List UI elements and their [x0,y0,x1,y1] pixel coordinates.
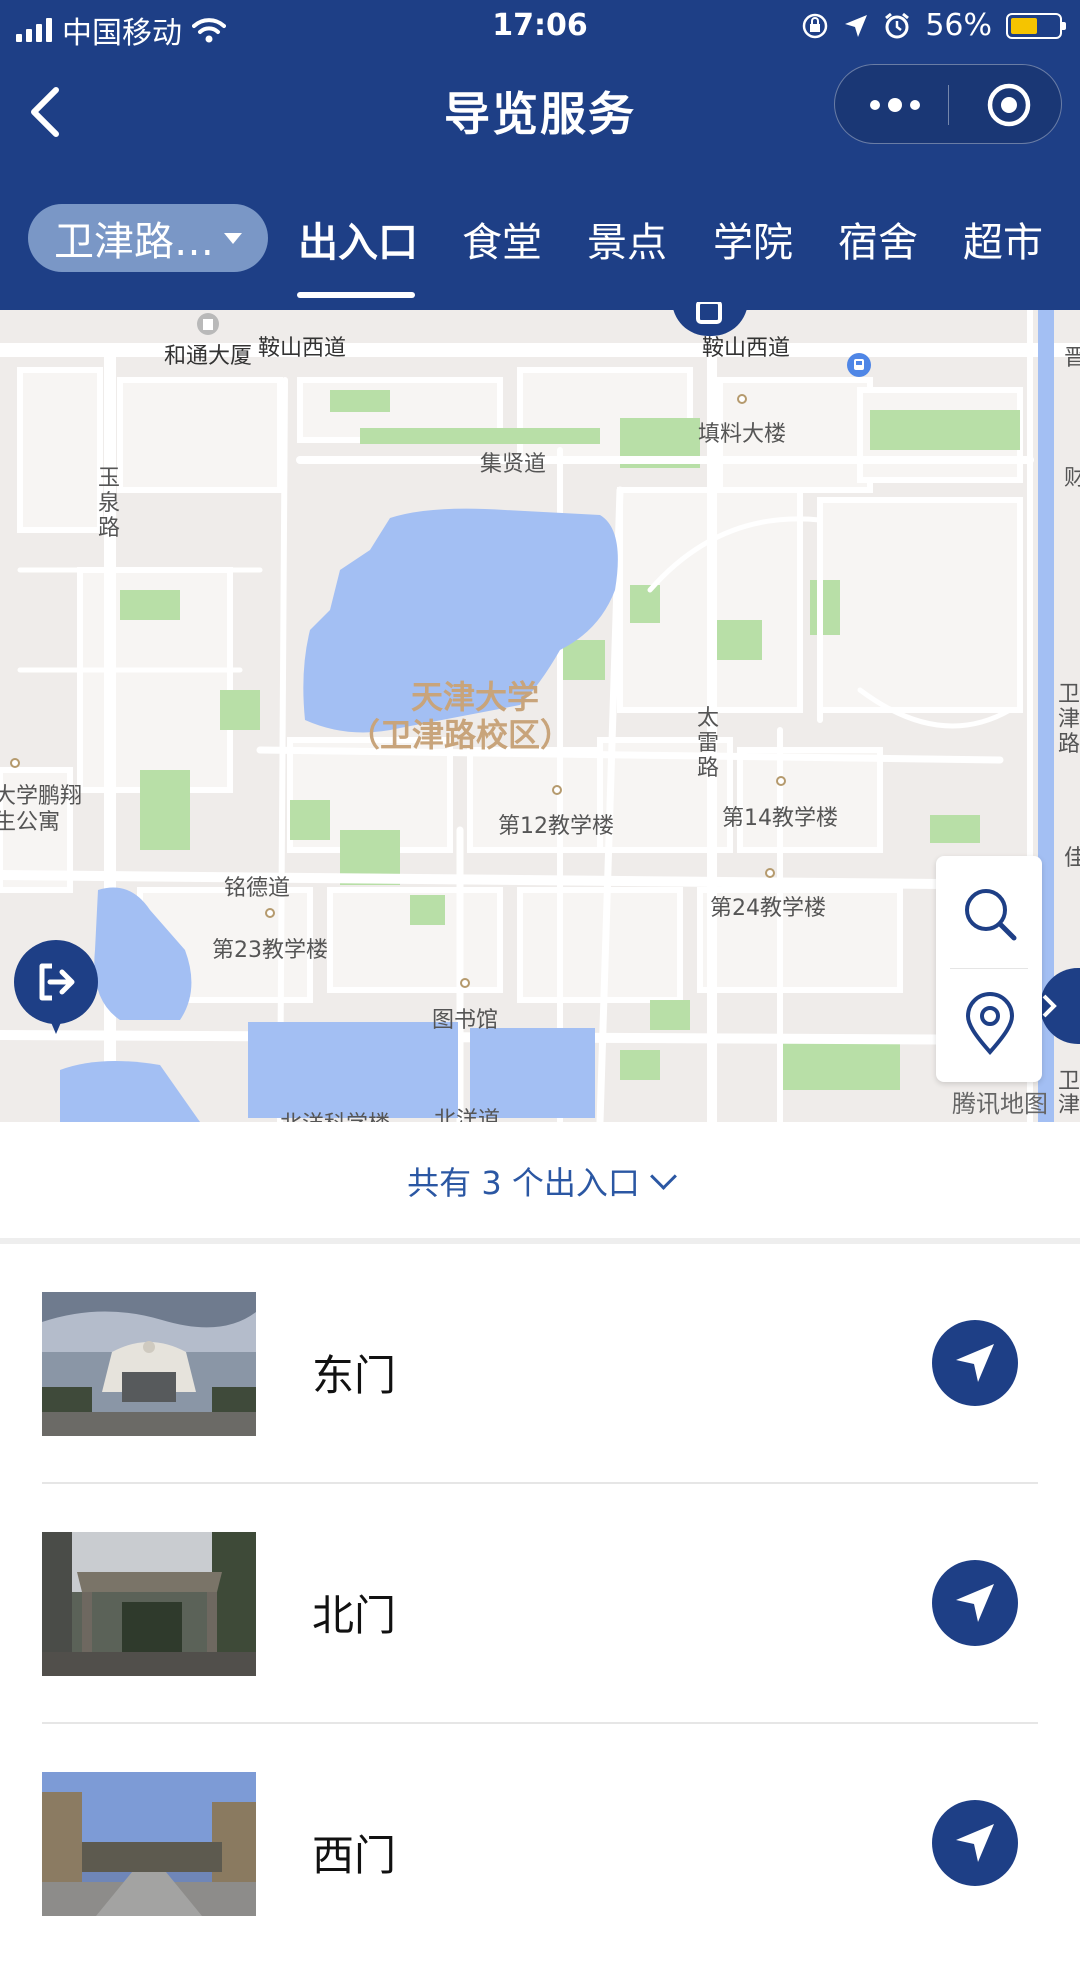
list-item-west-gate[interactable]: 西门 [0,1724,1080,1964]
list-item-north-gate[interactable]: 北门 [0,1484,1080,1724]
battery-level [1011,17,1037,34]
poi-dot[interactable] [10,758,20,768]
building-poi-icon[interactable] [196,312,220,336]
entrance-name: 北门 [312,1591,397,1640]
poi-dot[interactable] [776,776,786,786]
poi-dot[interactable] [765,868,775,878]
poi-dot[interactable] [737,394,747,404]
navigate-arrow-icon [956,1824,994,1862]
navigate-button[interactable] [932,1320,1018,1406]
map-label-pengxiang-2: 生公寓 [0,810,61,835]
navigate-arrow-icon [956,1584,994,1622]
campus-selector-label: 卫津路… [54,219,214,265]
campus-name-line1: 天津大学 [411,678,540,716]
campus-map[interactable]: 和通大厦 鞍山西道 鞍山西道 填料大楼 集贤道 玉泉路 太雷路 卫津路 天津大学… [0,310,1080,1122]
map-label-yuquan-road: 玉泉路 [98,466,121,541]
map-label-edge-jin: 晋 [1064,346,1080,371]
search-icon[interactable] [962,886,1018,942]
more-dots-icon[interactable] [865,87,925,123]
map-label-edge-wei: 卫津 [1058,1069,1080,1118]
entrance-name: 西门 [312,1831,397,1880]
map-label-hetong: 和通大厦 [164,344,253,369]
tools-divider [950,968,1028,969]
map-label-building14: 第14教学楼 [722,806,838,831]
chevron-down-icon [649,1162,677,1190]
poi-dot[interactable] [460,978,470,988]
map-label-edge-ji: 财 [1064,466,1080,491]
list-item-east-gate[interactable]: 东门 [0,1244,1080,1484]
map-label-anshan-west: 鞍山西道 [258,336,347,361]
marker-tail [50,1020,62,1034]
tab-colleges[interactable]: 学院 [713,210,793,268]
lock-rotation-icon [803,13,828,38]
map-label-weijin-road: 卫津路 [1058,682,1080,757]
map-label-library: 图书馆 [432,1008,499,1033]
status-bar: 中国移动 17:06 56% [0,0,1080,58]
map-label-edge-jia: 佳 [1064,846,1080,871]
tab-canteen[interactable]: 食堂 [462,210,542,268]
east-gate-photo [42,1292,256,1436]
tab-scenic-spots[interactable]: 景点 [587,210,667,268]
entrance-count-text: 共有 3 个出入口 [407,1164,640,1202]
map-label-building24: 第24教学楼 [710,896,826,921]
map-label-beiyang-building: 北洋科学楼 [280,1106,390,1122]
map-label-tianliao: 填料大楼 [698,422,787,447]
map-label-building23: 第23教学楼 [212,938,328,963]
poi-dot[interactable] [552,785,562,795]
active-tab-indicator [297,292,415,298]
map-label-building12: 第12教学楼 [498,814,614,839]
map-watermark: 腾讯地图 [952,1090,1048,1118]
map-label-tailei-road: 太雷路 [697,706,720,781]
map-label-jixian: 集贤道 [480,452,547,477]
status-right: 56% [801,8,1066,43]
entrance-count-toggle[interactable]: 共有 3 个出入口 [0,1122,1080,1240]
poi-dot[interactable] [265,908,275,918]
map-label-mingde-road: 铭德道 [224,876,291,901]
location-arrow-icon [845,14,868,37]
navigate-button[interactable] [932,1560,1018,1646]
map-tools-panel [936,856,1042,1082]
exit-marker-icon[interactable] [14,940,98,1024]
alarm-icon [885,12,910,38]
location-pin-icon[interactable] [964,992,1016,1056]
capsule-divider [948,85,949,125]
nav-bar: 导览服务 [0,58,1080,218]
navigate-button[interactable] [932,1800,1018,1886]
west-gate-photo [42,1772,256,1916]
tab-dormitory[interactable]: 宿舍 [838,210,918,268]
campus-selector[interactable]: 卫津路… [28,204,268,272]
battery-icon [1006,12,1066,39]
navigate-arrow-icon [956,1344,994,1382]
tab-entrances[interactable]: 出入口 [298,210,418,268]
entrance-name: 东门 [312,1351,397,1400]
mini-program-capsule [834,64,1062,144]
battery-percent: 56% [925,8,992,43]
map-label-campus-name: 天津大学 （卫津路校区） [348,678,572,754]
campus-name-line2: （卫津路校区） [348,716,573,754]
map-label-beiyang-road: 北洋道 [434,1108,501,1122]
caret-down-icon [224,232,242,244]
tab-supermarket[interactable]: 超市 [963,210,1043,268]
target-circle-icon[interactable] [985,81,1033,129]
north-gate-photo [42,1532,256,1676]
metro-icon[interactable] [846,352,872,378]
